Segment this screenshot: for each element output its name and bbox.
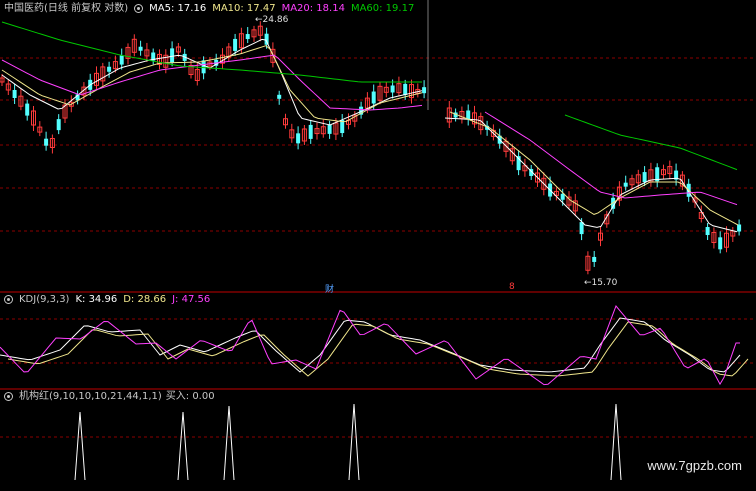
candle-down bbox=[56, 119, 61, 131]
candle-down bbox=[119, 55, 124, 65]
ma20-value: MA20: 18.14 bbox=[281, 3, 345, 14]
ma5-line bbox=[444, 117, 738, 233]
candle-down bbox=[170, 48, 175, 63]
kdj-header: KDJ(9,3,3) K: 34.96 D: 28.66 J: 47.56 bbox=[4, 294, 216, 306]
candle-down bbox=[371, 91, 376, 104]
main-header: 中国医药(日线 前复权 对数) MA5: 17.16 MA10: 17.47 MA20… bbox=[4, 3, 420, 15]
candle-down bbox=[107, 66, 112, 72]
candle-down bbox=[233, 38, 238, 51]
ex-rights-marker[interactable]: 8 bbox=[509, 282, 515, 292]
watermark: www.7gpzb.com bbox=[647, 458, 742, 473]
period-info: (日线 前复权 对数) bbox=[44, 3, 129, 14]
candle-down bbox=[245, 34, 250, 40]
candle-down bbox=[277, 94, 282, 99]
candle-down bbox=[44, 138, 49, 146]
candle-down bbox=[422, 87, 427, 94]
buy-signal-spike bbox=[177, 411, 189, 481]
candle-down bbox=[642, 172, 647, 183]
financial-report-marker[interactable]: 财 bbox=[325, 282, 334, 295]
kdj-settings-icon[interactable] bbox=[4, 294, 13, 304]
candle-down bbox=[466, 110, 471, 120]
buy-signal-spike bbox=[74, 411, 86, 481]
candle-down bbox=[623, 182, 628, 187]
low-price-value: 15.70 bbox=[591, 278, 618, 288]
candle-down bbox=[138, 46, 143, 51]
candle-down bbox=[592, 256, 597, 262]
kdj-k-value: K: 34.96 bbox=[75, 294, 118, 305]
ma60-line bbox=[564, 114, 738, 171]
high-price-marker: ←24.86 bbox=[255, 15, 289, 25]
settings-icon[interactable] bbox=[134, 3, 144, 13]
candle-down bbox=[403, 83, 408, 95]
ma10-value: MA10: 17.47 bbox=[212, 3, 276, 14]
ma5-value: MA5: 17.16 bbox=[149, 3, 207, 14]
signal-buy-value: 买入: 0.00 bbox=[165, 391, 215, 402]
ma20-line bbox=[484, 111, 738, 206]
candle-down bbox=[327, 124, 332, 134]
candle-down bbox=[705, 227, 710, 236]
candle-down bbox=[718, 237, 723, 250]
candle-down bbox=[201, 60, 206, 74]
candle-down bbox=[390, 85, 395, 93]
signal-name[interactable]: 机构红(9,10,10,10,21,44,1,1) bbox=[19, 391, 162, 402]
candle-down bbox=[579, 222, 584, 235]
candle-down bbox=[296, 133, 301, 144]
low-price-marker: ←15.70 bbox=[584, 278, 618, 288]
kdj-name[interactable]: KDJ(9,3,3) bbox=[19, 294, 69, 305]
candle-down bbox=[12, 90, 17, 98]
buy-signal-spike bbox=[348, 403, 360, 481]
candle-down bbox=[737, 224, 742, 232]
buy-signal-spike bbox=[223, 405, 235, 481]
signal-header: 机构红(9,10,10,10,21,44,1,1) 买入: 0.00 bbox=[4, 391, 221, 403]
kdj-j-value: J: 47.56 bbox=[172, 294, 211, 305]
candle-down bbox=[264, 33, 269, 45]
signal-settings-icon[interactable] bbox=[4, 391, 13, 401]
kdj-d-value: D: 28.66 bbox=[123, 294, 167, 305]
high-price-value: 24.86 bbox=[262, 15, 289, 25]
stock-chart-canvas[interactable] bbox=[0, 0, 756, 487]
candle-down bbox=[308, 124, 313, 139]
stock-name[interactable]: 中国医药 bbox=[4, 3, 44, 14]
kdj-j-line bbox=[0, 305, 740, 386]
buy-signal-spike bbox=[610, 403, 622, 481]
ma60-value: MA60: 19.17 bbox=[350, 3, 415, 14]
chart-stage: 中国医药(日线 前复权 对数) MA5: 17.16 MA10: 17.47 MA20… bbox=[0, 0, 756, 487]
candle-down bbox=[25, 103, 30, 116]
ma60-line bbox=[1, 21, 422, 83]
